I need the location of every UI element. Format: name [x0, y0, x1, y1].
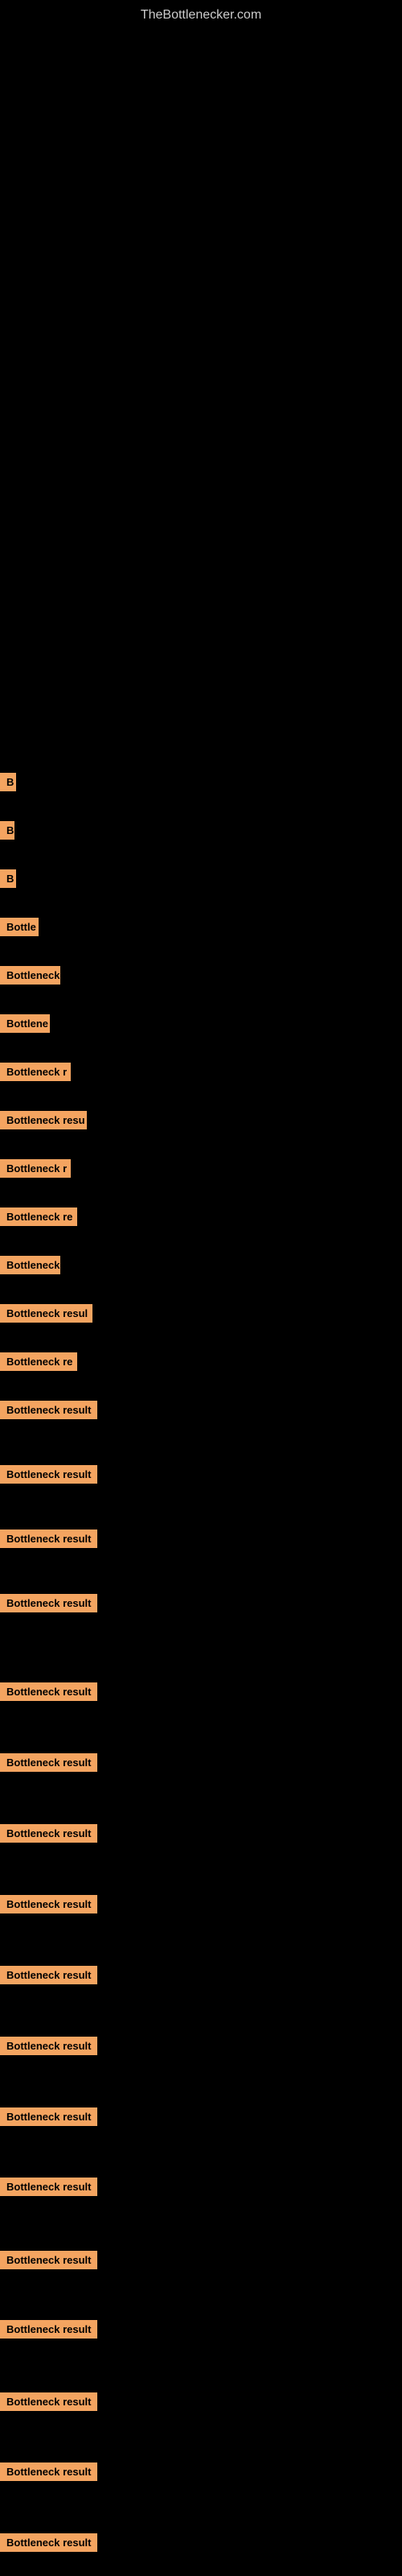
- bottleneck-result-label: Bottleneck re: [0, 1208, 77, 1226]
- bottleneck-result-label: Bottleneck result: [0, 2533, 97, 2552]
- bottleneck-result-label: Bottleneck result: [0, 1594, 97, 1612]
- bottleneck-result-label: Bottleneck result: [0, 1966, 97, 1984]
- bottleneck-result-label: Bottleneck r: [0, 1063, 71, 1081]
- bottleneck-result-label: Bottleneck result: [0, 1895, 97, 1913]
- bottleneck-result-label: Bottlene: [0, 1014, 50, 1033]
- bottleneck-result-label: Bottleneck result: [0, 2320, 97, 2339]
- bottleneck-result-label: Bottleneck r: [0, 1159, 71, 1178]
- bottleneck-result-label: Bottleneck result: [0, 2107, 97, 2126]
- bottleneck-result-label: Bottleneck: [0, 966, 60, 985]
- bottleneck-result-label: Bottleneck resul: [0, 1304, 92, 1323]
- bottleneck-result-label: B: [0, 773, 16, 791]
- bottleneck-result-label: Bottleneck result: [0, 1530, 97, 1548]
- bottleneck-result-label: Bottleneck result: [0, 2392, 97, 2411]
- bottleneck-result-label: Bottleneck result: [0, 1682, 97, 1701]
- bottleneck-result-label: Bottleneck result: [0, 2462, 97, 2481]
- bottleneck-result-label: B: [0, 821, 14, 840]
- bottleneck-result-label: Bottleneck result: [0, 2251, 97, 2269]
- bottleneck-result-label: Bottleneck result: [0, 1753, 97, 1772]
- bottleneck-result-label: Bottleneck resu: [0, 1111, 87, 1129]
- bottleneck-result-label: Bottleneck result: [0, 2037, 97, 2055]
- bottleneck-result-label: Bottleneck re: [0, 1352, 77, 1371]
- bottleneck-result-label: B: [0, 869, 16, 888]
- bottleneck-result-label: Bottleneck result: [0, 1401, 97, 1419]
- bottleneck-result-label: Bottleneck result: [0, 1824, 97, 1843]
- bottleneck-result-label: Bottle: [0, 918, 39, 936]
- bottleneck-result-label: Bottleneck: [0, 1256, 60, 1274]
- bottleneck-result-label: Bottleneck result: [0, 2178, 97, 2196]
- bottleneck-result-label: Bottleneck result: [0, 1465, 97, 1484]
- site-title: TheBottlenecker.com: [0, 0, 402, 31]
